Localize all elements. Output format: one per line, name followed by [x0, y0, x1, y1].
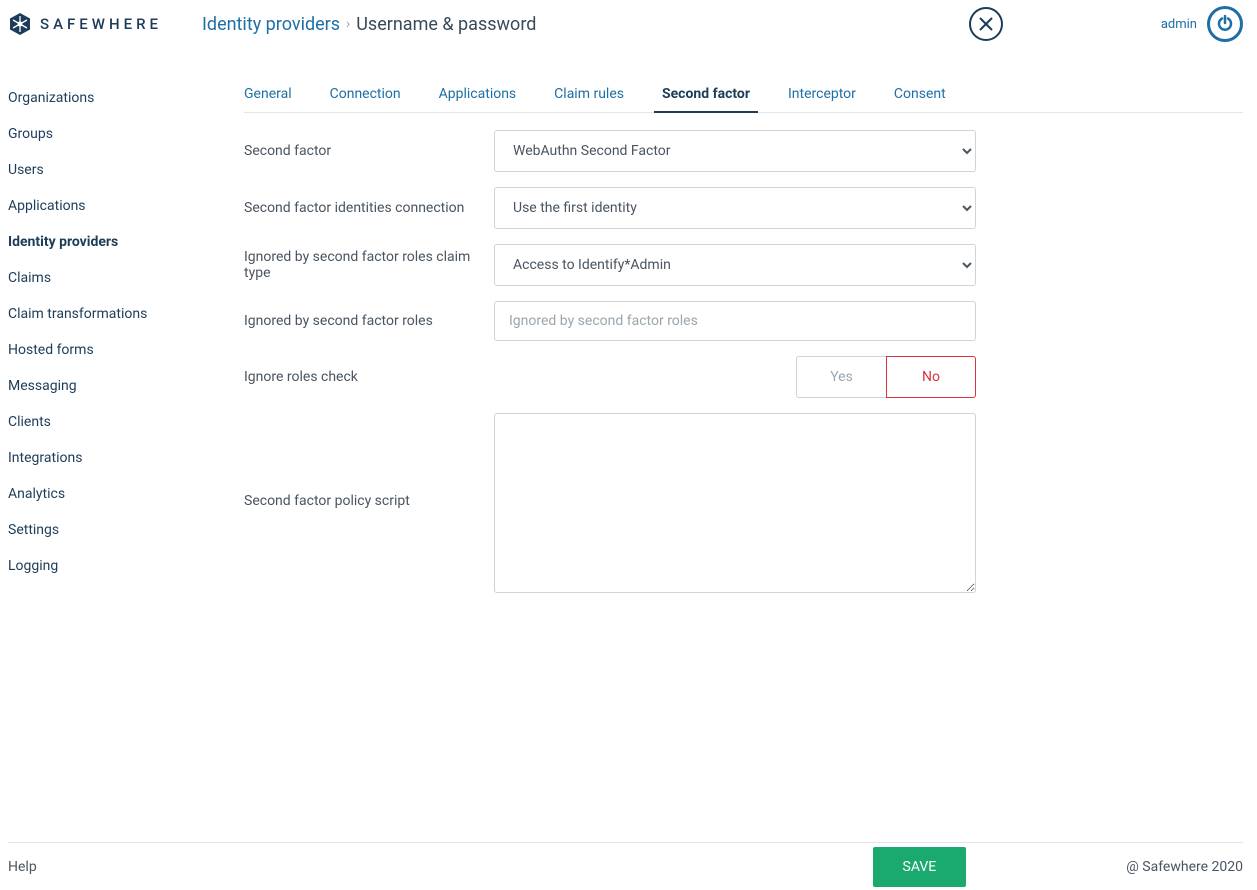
logo-icon — [8, 12, 32, 36]
roles-claim-type-select[interactable]: Access to Identify*Admin — [494, 244, 976, 286]
sidebar-item-settings[interactable]: Settings — [8, 512, 208, 548]
sidebar-item-messaging[interactable]: Messaging — [8, 368, 208, 404]
footer-bar: Help SAVE @ Safewhere 2020 — [8, 842, 1243, 890]
tab-bar: General Connection Applications Claim rules… — [244, 86, 1243, 113]
sidebar-item-analytics[interactable]: Analytics — [8, 476, 208, 512]
sidebar-item-groups[interactable]: Groups — [8, 116, 208, 152]
sidebar-item-identity-providers[interactable]: Identity providers — [8, 224, 208, 260]
roles-claim-type-label: Ignored by second factor roles claim typ… — [244, 249, 494, 281]
copyright-text: @ Safewhere 2020 — [1126, 859, 1243, 875]
chevron-right-icon: › — [346, 16, 350, 32]
sidebar-item-clients[interactable]: Clients — [8, 404, 208, 440]
current-user[interactable]: admin — [1161, 17, 1197, 32]
ignore-roles-yes-button[interactable]: Yes — [796, 356, 886, 398]
brand-logo: SAFEWHERE — [8, 12, 162, 36]
ignored-roles-input[interactable] — [494, 301, 976, 341]
sidebar-item-hosted-forms[interactable]: Hosted forms — [8, 332, 208, 368]
breadcrumb-current: Username & password — [356, 14, 536, 35]
close-button[interactable] — [969, 7, 1003, 41]
identities-connection-select[interactable]: Use the first identity — [494, 187, 976, 229]
second-factor-label: Second factor — [244, 143, 494, 159]
sidebar-item-users[interactable]: Users — [8, 152, 208, 188]
tab-second-factor[interactable]: Second factor — [662, 86, 750, 102]
ignore-roles-no-button[interactable]: No — [886, 356, 976, 398]
sidebar-item-organizations[interactable]: Organizations — [8, 80, 208, 116]
breadcrumb: Identity providers › Username & password — [202, 14, 536, 35]
ignored-roles-label: Ignored by second factor roles — [244, 313, 494, 329]
logout-button[interactable] — [1207, 6, 1243, 42]
tab-claim-rules[interactable]: Claim rules — [554, 86, 624, 102]
sidebar-nav: OrganizationsGroupsUsersApplicationsIden… — [8, 80, 208, 584]
tab-applications[interactable]: Applications — [439, 86, 517, 102]
identities-connection-label: Second factor identities connection — [244, 200, 494, 216]
sidebar-item-integrations[interactable]: Integrations — [8, 440, 208, 476]
sidebar-item-applications[interactable]: Applications — [8, 188, 208, 224]
brand-name: SAFEWHERE — [40, 15, 162, 33]
tab-connection[interactable]: Connection — [330, 86, 401, 102]
sidebar-item-claim-transformations[interactable]: Claim transformations — [8, 296, 208, 332]
sidebar-item-logging[interactable]: Logging — [8, 548, 208, 584]
tab-general[interactable]: General — [244, 86, 292, 102]
second-factor-form: Second factor WebAuthn Second Factor Sec… — [244, 130, 976, 612]
tab-consent[interactable]: Consent — [894, 86, 946, 102]
power-icon — [1216, 15, 1234, 33]
close-icon — [979, 17, 993, 31]
policy-script-textarea[interactable] — [494, 413, 976, 593]
tab-interceptor[interactable]: Interceptor — [788, 86, 856, 102]
help-link[interactable]: Help — [8, 859, 37, 875]
save-button[interactable]: SAVE — [873, 847, 967, 887]
ignore-roles-check-label: Ignore roles check — [244, 369, 494, 385]
policy-script-label: Second factor policy script — [244, 493, 494, 509]
sidebar-item-claims[interactable]: Claims — [8, 260, 208, 296]
breadcrumb-parent-link[interactable]: Identity providers — [202, 14, 340, 35]
second-factor-select[interactable]: WebAuthn Second Factor — [494, 130, 976, 172]
